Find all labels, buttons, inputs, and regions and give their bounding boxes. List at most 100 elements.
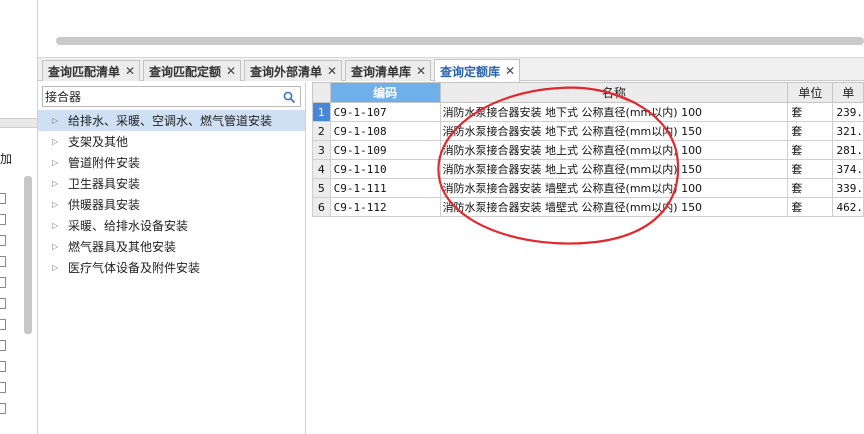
tree-item-label: 管道附件安装 (68, 156, 141, 170)
name-cell[interactable]: 消防水泵接合器安装 地下式 公称直径(mm以内) 100 (439, 102, 789, 122)
row-number[interactable]: 6 (312, 197, 331, 217)
tab-label: 查询清单库 (351, 64, 412, 79)
table-header-row: 编码 名称 单位 单 (312, 82, 864, 103)
tree-item-label: 采暖、给排水设备安装 (68, 219, 189, 233)
row-number[interactable]: 2 (312, 121, 331, 141)
unit-cell[interactable]: 套 (787, 159, 834, 179)
row-number[interactable]: 3 (312, 140, 331, 160)
table-row[interactable]: 5 C9-1-111 消防水泵接合器安装 墙壁式 公称直径(mm以内) 100 … (312, 178, 864, 198)
expand-icon[interactable]: ▷ (52, 221, 62, 230)
expand-icon[interactable]: ▷ (52, 200, 62, 209)
tab-query-external-list[interactable]: 查询外部清单 ✕ (244, 60, 343, 81)
search-icon[interactable] (282, 90, 296, 104)
tree-item[interactable]: ▷ 支架及其他 (38, 131, 305, 152)
row-checkbox[interactable] (0, 361, 6, 372)
tab-label: 查询匹配定额 (149, 64, 222, 79)
price-cell[interactable]: 339. (832, 178, 864, 198)
table-row[interactable]: 1 C9-1-107 消防水泵接合器安装 地下式 公称直径(mm以内) 100 … (312, 102, 864, 122)
tab-query-list-library[interactable]: 查询清单库 ✕ (345, 60, 432, 81)
expand-icon[interactable]: ▷ (52, 179, 62, 188)
left-panel-scrollbar[interactable] (24, 176, 32, 334)
tab-query-quota-library[interactable]: 查询定额库 ✕ (434, 59, 521, 82)
tab-query-matched-quota[interactable]: 查询匹配定额 ✕ (143, 60, 242, 81)
row-checkbox[interactable] (0, 298, 6, 309)
unit-cell[interactable]: 套 (787, 197, 834, 217)
table-row[interactable]: 3 C9-1-109 消防水泵接合器安装 地上式 公称直径(mm以内) 100 … (312, 140, 864, 160)
tree-item[interactable]: ▷ 医疗气体设备及附件安装 (38, 257, 305, 278)
row-checkbox[interactable] (0, 277, 6, 288)
price-cell[interactable]: 321. (832, 121, 864, 141)
close-icon[interactable]: ✕ (327, 64, 337, 78)
close-icon[interactable]: ✕ (505, 64, 515, 78)
left-edge-panel: 加 (0, 0, 38, 434)
unit-cell[interactable]: 套 (787, 178, 834, 198)
row-number[interactable]: 5 (312, 178, 331, 198)
column-header-name[interactable]: 名称 (439, 82, 789, 103)
code-cell[interactable]: C9-1-108 (329, 121, 441, 141)
close-icon[interactable]: ✕ (226, 64, 236, 78)
tree-item-label: 供暖器具安装 (68, 198, 141, 212)
unit-cell[interactable]: 套 (787, 121, 834, 141)
tree-item[interactable]: ▷ 给排水、采暖、空调水、燃气管道安装 (38, 110, 305, 131)
row-checkbox[interactable] (0, 214, 6, 225)
code-cell[interactable]: C9-1-107 (329, 102, 441, 122)
column-header-price[interactable]: 单 (832, 82, 864, 103)
tab-query-matched-list[interactable]: 查询匹配清单 ✕ (42, 60, 141, 81)
tab-label: 查询外部清单 (250, 64, 323, 79)
category-tree-panel: ▷ 给排水、采暖、空调水、燃气管道安装 ▷ 支架及其他 ▷ 管道附件安装 ▷ 卫… (38, 82, 306, 434)
add-column-label: 加 (0, 152, 13, 166)
row-checkbox[interactable] (0, 193, 6, 204)
search-input[interactable] (45, 88, 281, 105)
tree-item[interactable]: ▷ 供暖器具安装 (38, 194, 305, 215)
name-cell[interactable]: 消防水泵接合器安装 墙壁式 公称直径(mm以内) 100 (439, 178, 789, 198)
row-checkbox[interactable] (0, 235, 6, 246)
name-cell[interactable]: 消防水泵接合器安装 墙壁式 公称直径(mm以内) 150 (439, 197, 789, 217)
expand-icon[interactable]: ▷ (52, 158, 62, 167)
price-cell[interactable]: 374. (832, 159, 864, 179)
close-icon[interactable]: ✕ (125, 64, 135, 78)
price-cell[interactable]: 281. (832, 140, 864, 160)
code-cell[interactable]: C9-1-112 (329, 197, 441, 217)
tree-item-label: 医疗气体设备及附件安装 (68, 261, 201, 275)
name-cell[interactable]: 消防水泵接合器安装 地上式 公称直径(mm以内) 150 (439, 159, 789, 179)
code-cell[interactable]: C9-1-110 (329, 159, 441, 179)
row-number[interactable]: 1 (312, 102, 331, 122)
quota-table: 编码 名称 单位 单 1 C9-1-107 消防水泵接合器安装 地下式 公称直径… (312, 82, 864, 217)
tree-item-label: 支架及其他 (68, 135, 129, 149)
code-cell[interactable]: C9-1-111 (329, 178, 441, 198)
column-header-unit[interactable]: 单位 (787, 82, 834, 103)
row-checkbox[interactable] (0, 340, 6, 351)
code-cell[interactable]: C9-1-109 (329, 140, 441, 160)
expand-icon[interactable]: ▷ (52, 137, 62, 146)
column-header-code[interactable]: 编码 (329, 82, 441, 103)
row-checkbox[interactable] (0, 256, 6, 267)
row-checkbox[interactable] (0, 403, 6, 414)
unit-cell[interactable]: 套 (787, 102, 834, 122)
name-cell[interactable]: 消防水泵接合器安装 地上式 公称直径(mm以内) 100 (439, 140, 789, 160)
price-cell[interactable]: 462. (832, 197, 864, 217)
row-checkbox[interactable] (0, 382, 6, 393)
row-checkbox[interactable] (0, 319, 6, 330)
tree-item[interactable]: ▷ 卫生器具安装 (38, 173, 305, 194)
tab-label: 查询定额库 (440, 64, 501, 79)
table-row[interactable]: 4 C9-1-110 消防水泵接合器安装 地上式 公称直径(mm以内) 150 … (312, 159, 864, 179)
corner-header[interactable] (312, 82, 331, 103)
price-cell[interactable]: 239. (832, 102, 864, 122)
tree-item-label: 燃气器具及其他安装 (68, 240, 177, 254)
tree-item[interactable]: ▷ 采暖、给排水设备安装 (38, 215, 305, 236)
table-row[interactable]: 6 C9-1-112 消防水泵接合器安装 墙壁式 公称直径(mm以内) 150 … (312, 197, 864, 217)
table-row[interactable]: 2 C9-1-108 消防水泵接合器安装 地下式 公称直径(mm以内) 150 … (312, 121, 864, 141)
expand-icon[interactable]: ▷ (52, 116, 62, 125)
unit-cell[interactable]: 套 (787, 140, 834, 160)
horizontal-scrollbar[interactable] (56, 37, 864, 45)
search-box (42, 86, 301, 107)
expand-icon[interactable]: ▷ (52, 242, 62, 251)
name-cell[interactable]: 消防水泵接合器安装 地下式 公称直径(mm以内) 150 (439, 121, 789, 141)
tree-item[interactable]: ▷ 管道附件安装 (38, 152, 305, 173)
tree-item-label: 卫生器具安装 (68, 177, 141, 191)
tree-item[interactable]: ▷ 燃气器具及其他安装 (38, 236, 305, 257)
row-number[interactable]: 4 (312, 159, 331, 179)
expand-icon[interactable]: ▷ (52, 263, 62, 272)
upper-pane (38, 0, 864, 58)
close-icon[interactable]: ✕ (416, 64, 426, 78)
